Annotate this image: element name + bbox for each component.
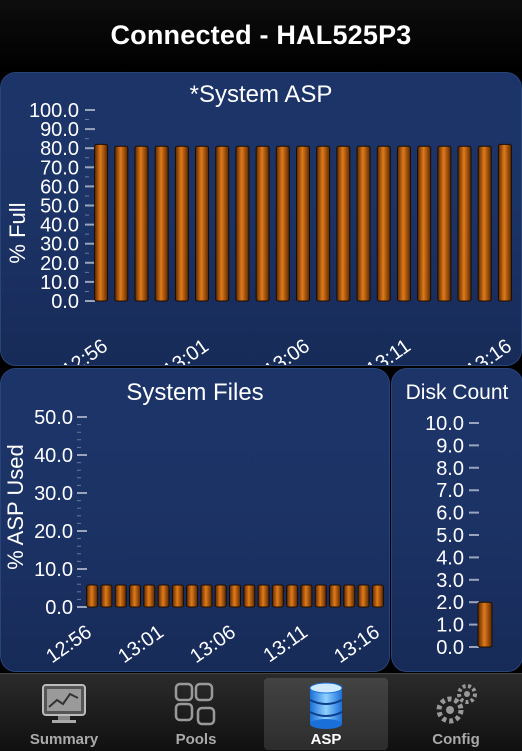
asp-y-axis-label: % Full (5, 202, 30, 263)
asp-bar (255, 145, 270, 302)
asp-bar (316, 145, 331, 302)
asp-bar (497, 143, 512, 302)
asp-bar (195, 145, 210, 302)
system-asp-chart: 100.090.080.070.060.050.040.030.020.010.… (5, 100, 516, 365)
files-y-tick-label: 40.0 (34, 445, 73, 467)
disk-y-tick-label: 9.0 (436, 435, 464, 457)
files-bar (214, 584, 227, 608)
asp-bar (336, 145, 351, 302)
asp-bar (134, 145, 149, 302)
files-bar (371, 584, 384, 608)
files-bar (357, 584, 370, 608)
asp-bar (417, 145, 432, 302)
disk-y-tick-label: 1.0 (436, 615, 464, 637)
disk-y-tick-label: 6.0 (436, 503, 464, 525)
disk-y-tick-label: 4.0 (436, 547, 464, 569)
files-bar (100, 584, 113, 608)
files-x-tick-label: 12:56 (42, 621, 96, 668)
files-bar (171, 584, 184, 608)
asp-bar (376, 145, 391, 302)
asp-y-tick-label: 0.0 (51, 291, 79, 313)
files-y-tick-label: 30.0 (34, 483, 73, 505)
files-bar (271, 584, 284, 608)
asp-bar (296, 145, 310, 302)
files-y-tick-label: 20.0 (34, 521, 73, 543)
asp-x-tick-label: 13:01 (159, 335, 213, 365)
files-bar (329, 584, 341, 608)
asp-bar (437, 145, 452, 302)
files-bar (243, 584, 256, 608)
disk-bar (477, 601, 493, 648)
disk-y-tick-label: 10.0 (425, 413, 464, 435)
files-bar (129, 584, 141, 608)
asp-x-tick-label: 13:16 (462, 335, 516, 365)
pools-grid-icon (174, 682, 216, 726)
files-bar (314, 584, 327, 608)
files-y-tick-label: 10.0 (34, 559, 73, 581)
files-y-tick-label: 0.0 (45, 597, 73, 619)
disk-y-tick-label: 5.0 (436, 525, 464, 547)
tab-summary-label: Summary (29, 731, 99, 748)
connection-title: Connected - HAL525P3 (110, 20, 412, 50)
asp-bar (235, 145, 250, 302)
files-bar (229, 584, 241, 608)
tab-pools-label: Pools (175, 731, 217, 748)
files-x-tick-label: 13:11 (259, 621, 311, 667)
asp-bar (154, 145, 169, 302)
asp-x-tick-label: 13:11 (362, 335, 414, 365)
system-files-title: System Files (126, 379, 264, 406)
disk-y-tick-label: 2.0 (436, 592, 464, 614)
files-bar (186, 584, 199, 608)
tab-pools[interactable]: Pools (134, 678, 258, 750)
asp-x-tick-label: 12:56 (58, 335, 112, 365)
tab-bar: Summary Pools ASP Config (0, 673, 522, 751)
system-files-panel: System Files 50.0 40.0 30.0 20.0 10.0 0.0 % AS… (0, 368, 390, 672)
disk-y-tick-label: 8.0 (436, 458, 464, 480)
files-bar (86, 584, 99, 608)
asp-bar (396, 145, 411, 302)
title-bar: Connected - HAL525P3 (0, 0, 522, 70)
system-asp-panel: *System ASP 100.0 90.0 80.0 70.0 60.0 50.0 40.… (0, 72, 522, 366)
asp-bar (215, 145, 230, 302)
asp-bar (94, 143, 109, 302)
system-files-chart: 50.0 40.0 30.0 20.0 10.0 0.0 % ASP Used 12:56 13… (3, 407, 384, 668)
asp-bar (457, 145, 472, 302)
disk-y-tick-label: 3.0 (436, 570, 464, 592)
monitor-chart-icon (42, 684, 86, 723)
tab-asp[interactable]: ASP (264, 678, 388, 750)
files-x-tick-label: 13:01 (114, 621, 168, 668)
disk-count-title: Disk Count (405, 381, 509, 404)
database-icon (309, 682, 343, 729)
tab-config-label: Config (432, 731, 480, 748)
files-x-tick-label: 13:06 (186, 621, 240, 668)
disk-count-chart: 10.09.08.07.06.05.04.03.02.01.00.0 (425, 413, 493, 659)
files-bar (286, 584, 299, 608)
files-bar (200, 584, 213, 608)
asp-bar (356, 145, 371, 302)
asp-bar (275, 145, 290, 302)
tab-config[interactable]: Config (394, 678, 518, 750)
asp-bar (114, 145, 129, 302)
disk-y-tick-label: 7.0 (436, 480, 464, 502)
files-bar (143, 584, 156, 608)
gears-icon (436, 684, 477, 724)
asp-x-tick-label: 13:06 (260, 335, 314, 365)
asp-bar (174, 145, 189, 302)
files-x-tick-label: 13:16 (330, 621, 384, 668)
files-y-tick-label: 50.0 (34, 407, 73, 429)
tab-asp-label: ASP (310, 731, 342, 748)
asp-bar (477, 145, 492, 302)
disk-y-tick-label: 0.0 (436, 637, 464, 659)
tab-summary[interactable]: Summary (2, 678, 126, 750)
files-bar (157, 584, 170, 608)
files-bar (114, 584, 127, 608)
disk-count-panel: Disk Count 10.0 9.0 8.0 7.0 6.0 5.0 4.0 3.0 2.0 1… (391, 368, 522, 672)
files-bar (300, 584, 313, 608)
files-bar (343, 584, 356, 608)
files-y-axis-label: % ASP Used (3, 444, 28, 570)
files-bar (257, 584, 270, 608)
system-asp-title: *System ASP (189, 81, 333, 108)
